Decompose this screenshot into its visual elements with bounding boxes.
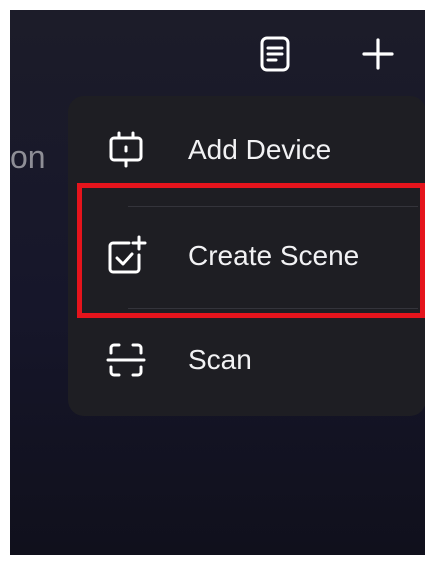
plus-icon[interactable] <box>360 36 396 72</box>
menu-item-label: Scan <box>188 344 252 375</box>
background-partial-text: on <box>10 139 46 175</box>
menu-divider <box>128 308 418 309</box>
menu-item-label: Add Device <box>188 134 332 165</box>
menu-item-create-scene[interactable]: Create Scene <box>68 206 425 306</box>
create-scene-icon <box>108 235 147 274</box>
scan-icon <box>106 343 146 377</box>
menu-item-add-device[interactable]: Add Device <box>68 100 425 200</box>
menu-item-label: Create Scene <box>188 240 360 271</box>
app-screen: on Add Device Create Scene Scan <box>10 10 425 555</box>
device-icon <box>109 131 143 168</box>
add-menu: Add Device Create Scene Scan <box>68 96 425 416</box>
menu-item-scan[interactable]: Scan <box>68 310 425 410</box>
notes-icon[interactable] <box>259 34 291 74</box>
